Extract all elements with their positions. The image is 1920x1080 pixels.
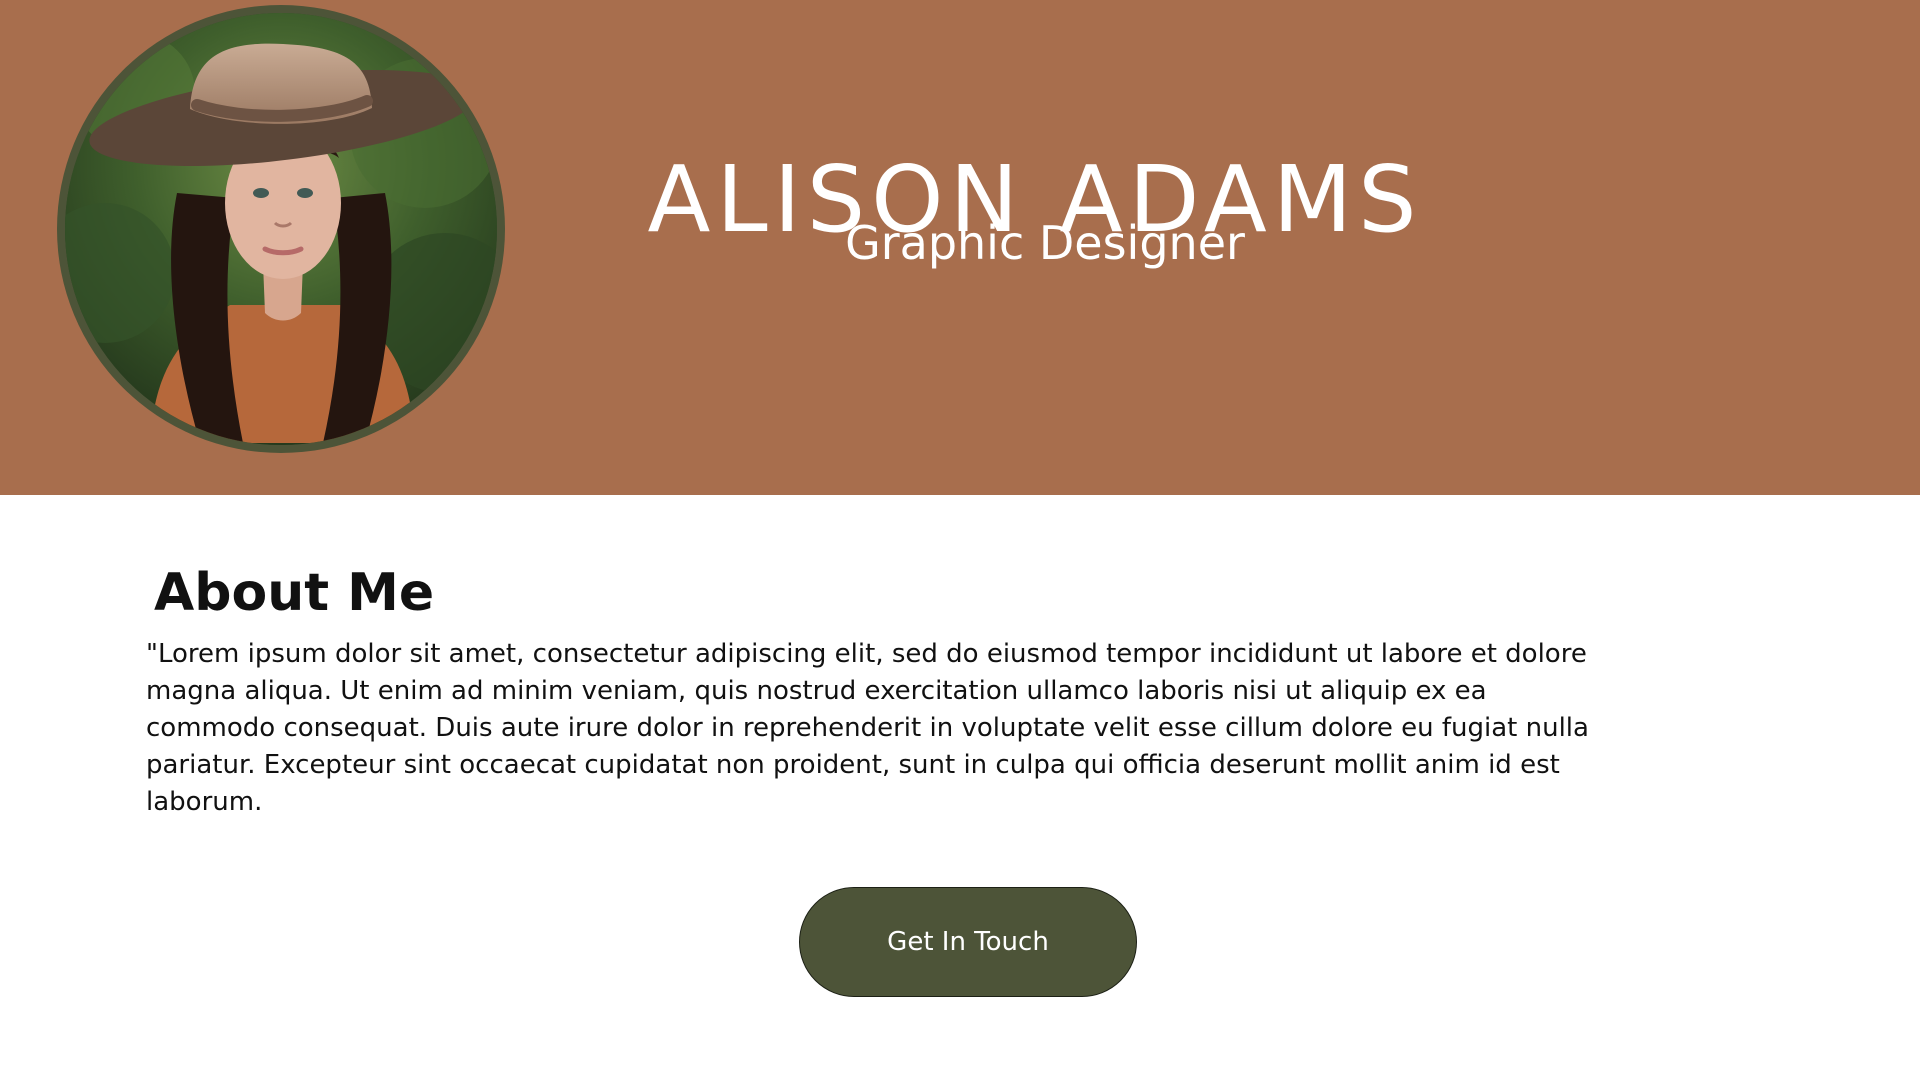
profile-role: Graphic Designer (845, 216, 1245, 270)
get-in-touch-button[interactable]: Get In Touch (799, 887, 1137, 997)
about-description: "Lorem ipsum dolor sit amet, consectetur… (146, 639, 1589, 817)
avatar (65, 13, 497, 445)
profile-page: ALISON ADAMS Graphic Designer About Me "… (0, 0, 1920, 1080)
avatar-illustration (65, 13, 497, 445)
hero-header: ALISON ADAMS Graphic Designer (0, 0, 1920, 495)
about-title: About Me (154, 563, 435, 624)
avatar-ring (57, 5, 505, 453)
